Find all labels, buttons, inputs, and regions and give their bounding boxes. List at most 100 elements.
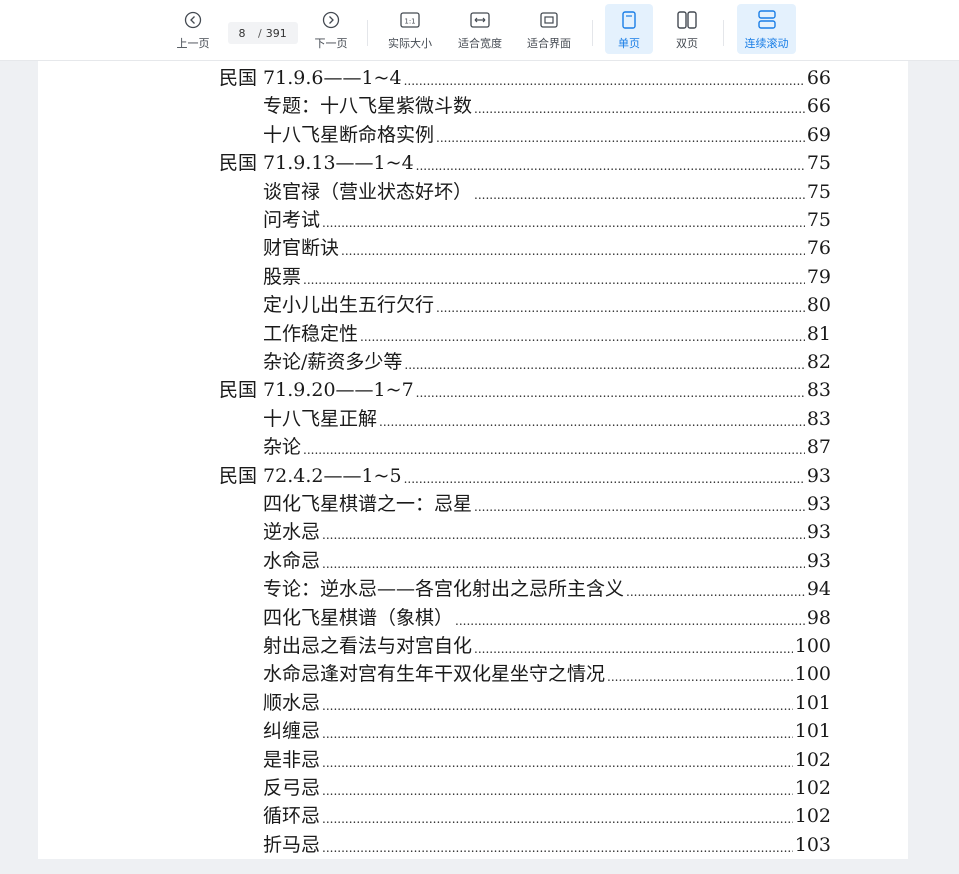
toc-entry-title: 问考试 [263,209,321,231]
toc-entry[interactable]: 循环忌.....................................… [263,802,831,830]
toc-entry-title: 水命忌逢对宫有生年干双化星坐守之情况 [263,663,606,686]
page-number-box: / 391 [228,22,298,44]
toc-leader-dots: ........................................… [303,272,805,287]
prev-page-button[interactable]: 上一页 [172,4,214,54]
toc-entry[interactable]: 水命忌.....................................… [263,547,831,575]
toc-entry-page: 81 [806,322,831,345]
toc-entry-page: 100 [794,663,831,686]
toc-entry-title: 专题：十八飞星紫微斗数 [263,95,473,118]
toc-entry[interactable]: 四化飞星棋谱（象棋）..............................… [263,604,831,632]
toc-leader-dots: ........................................… [322,812,793,827]
toc-entry-page: 75 [806,180,831,203]
toc-entry-page: 93 [806,464,831,487]
toc-entry[interactable]: 杂论......................................… [263,433,831,461]
toc-entry-title: 财官断诀 [263,237,340,260]
toc-entry[interactable]: 定小儿出生五行欠行...............................… [263,291,831,319]
toc-entry-page: 75 [806,209,831,231]
toc-leader-dots: ........................................… [341,244,805,259]
current-page-input[interactable] [228,26,256,40]
toc-leader-dots: ........................................… [379,414,805,429]
toc-entry-title: 逆水忌 [263,521,321,544]
toolbar-divider [723,20,724,46]
fit-page-label: 适合界面 [527,37,571,50]
toc-entry-title: 四化飞星棋谱之一：忌星 [263,493,473,515]
toc-entry-page: 83 [806,407,831,430]
toc-leader-dots: ........................................… [403,471,805,486]
toc-entry[interactable]: 十八飞星断命格实例...............................… [263,121,831,149]
toc-leader-dots: ........................................… [474,500,805,514]
viewer-background [0,860,959,874]
toc-entry-title: 定小儿出生五行欠行 [263,294,435,317]
toc-leader-dots: ........................................… [607,670,793,685]
toc-entry[interactable]: 问考试.....................................… [263,206,831,234]
fit-width-label: 适合宽度 [458,37,502,50]
fit-page-icon [540,8,558,32]
toc-leader-dots: ........................................… [415,159,805,174]
toc-entry[interactable]: 纠缠忌.....................................… [263,717,831,745]
toc-leader-dots: ........................................… [322,755,793,770]
toc-leader-dots: ........................................… [474,642,793,656]
toc-entry-page: 103 [794,833,831,856]
toc-entry-page: 87 [806,436,831,459]
toc-entry[interactable]: 是非忌.....................................… [263,746,831,774]
toc-entry-page: 66 [806,67,831,89]
toc-entry[interactable]: 专题：十八飞星紫微斗数.............................… [263,92,831,120]
toc-entry-page: 100 [794,635,831,657]
toc-entry[interactable]: 十八飞星正解..................................… [263,405,831,433]
toc-entry[interactable]: 民国 71.9.20——1~7.........................… [219,376,831,404]
toc-entry[interactable]: 逆水忌.....................................… [263,518,831,546]
toc-entry-title: 杂论 [263,436,302,459]
actual-size-button[interactable]: 1:1 实际大小 [383,4,437,54]
toc-leader-dots: ........................................… [415,386,805,401]
toc-entry[interactable]: 民国 71.9.6——1~4..........................… [219,64,831,92]
toc-entry[interactable]: 四化飞星棋谱之一：忌星.............................… [263,490,831,518]
toc-entry-page: 98 [806,606,831,629]
fit-width-button[interactable]: 适合宽度 [452,4,508,54]
toc-entry-page: 83 [806,379,831,402]
double-page-label: 双页 [676,37,698,50]
toc-entry[interactable]: 反弓忌.....................................… [263,774,831,802]
chevron-left-circle-icon [184,8,202,32]
toc-entry-page: 101 [794,691,831,714]
actual-size-label: 实际大小 [388,37,432,50]
total-pages: 391 [265,26,287,40]
toc-entry[interactable]: 民国 71.9.13——1~4.........................… [219,149,831,177]
next-page-label: 下一页 [314,37,348,50]
toc-entry[interactable]: 射出忌之看法与对宫自化.............................… [263,632,831,660]
toc-leader-dots: ........................................… [360,329,805,344]
double-page-button[interactable]: 双页 [663,4,711,54]
toc-entry-title: 折马忌 [263,833,321,856]
toc-entry-title: 谈官禄（营业状态好坏） [263,180,473,203]
toc-leader-dots: ........................................… [626,585,805,600]
toc-entry-title: 专论：逆水忌——各宫化射出之忌所主含义 [263,578,625,601]
toc-entry-title: 民国 71.9.20——1~7 [219,379,414,402]
toc-entry-title: 四化飞星棋谱（象棋） [263,606,454,629]
toc-entry-title: 顺水忌 [263,691,321,714]
toc-entry-page: 79 [806,265,831,288]
continuous-scroll-button[interactable]: 连续滚动 [737,4,796,54]
fit-width-icon [470,8,490,32]
toc-leader-dots: ........................................… [303,443,805,458]
single-page-button[interactable]: 单页 [605,4,653,54]
toc-entry[interactable]: 顺水忌.....................................… [263,689,831,717]
toc-entry[interactable]: 谈官禄（营业状态好坏）.............................… [263,178,831,206]
svg-text:1:1: 1:1 [404,18,415,26]
toc-leader-dots: ........................................… [322,727,793,742]
toc-entry[interactable]: 民国 72.4.2——1~5..........................… [219,462,831,490]
next-page-button[interactable]: 下一页 [310,4,352,54]
toc-entry-page: 82 [806,351,831,373]
toc-entry[interactable]: 股票......................................… [263,263,831,291]
toc-entry-title: 循环忌 [263,805,321,828]
toc-entry[interactable]: 财官断诀....................................… [263,234,831,262]
continuous-scroll-icon [757,8,776,32]
fit-page-button[interactable]: 适合界面 [521,4,577,54]
toc-entry[interactable]: 杂论/薪资多少等................................… [263,348,831,376]
toc-entry-title: 十八飞星正解 [263,407,378,430]
toc-entry[interactable]: 折马忌.....................................… [263,831,831,859]
toc-entry[interactable]: 专论：逆水忌——各宫化射出之忌所主含义.....................… [263,575,831,603]
toc-entry[interactable]: 工作稳定性...................................… [263,320,831,348]
toc-entry-page: 93 [806,493,831,515]
toc-leader-dots: ........................................… [322,528,805,543]
toc-entry-title: 民国 71.9.13——1~4 [219,152,414,175]
toc-entry[interactable]: 水命忌逢对宫有生年干双化星坐守之情况......................… [263,660,831,688]
